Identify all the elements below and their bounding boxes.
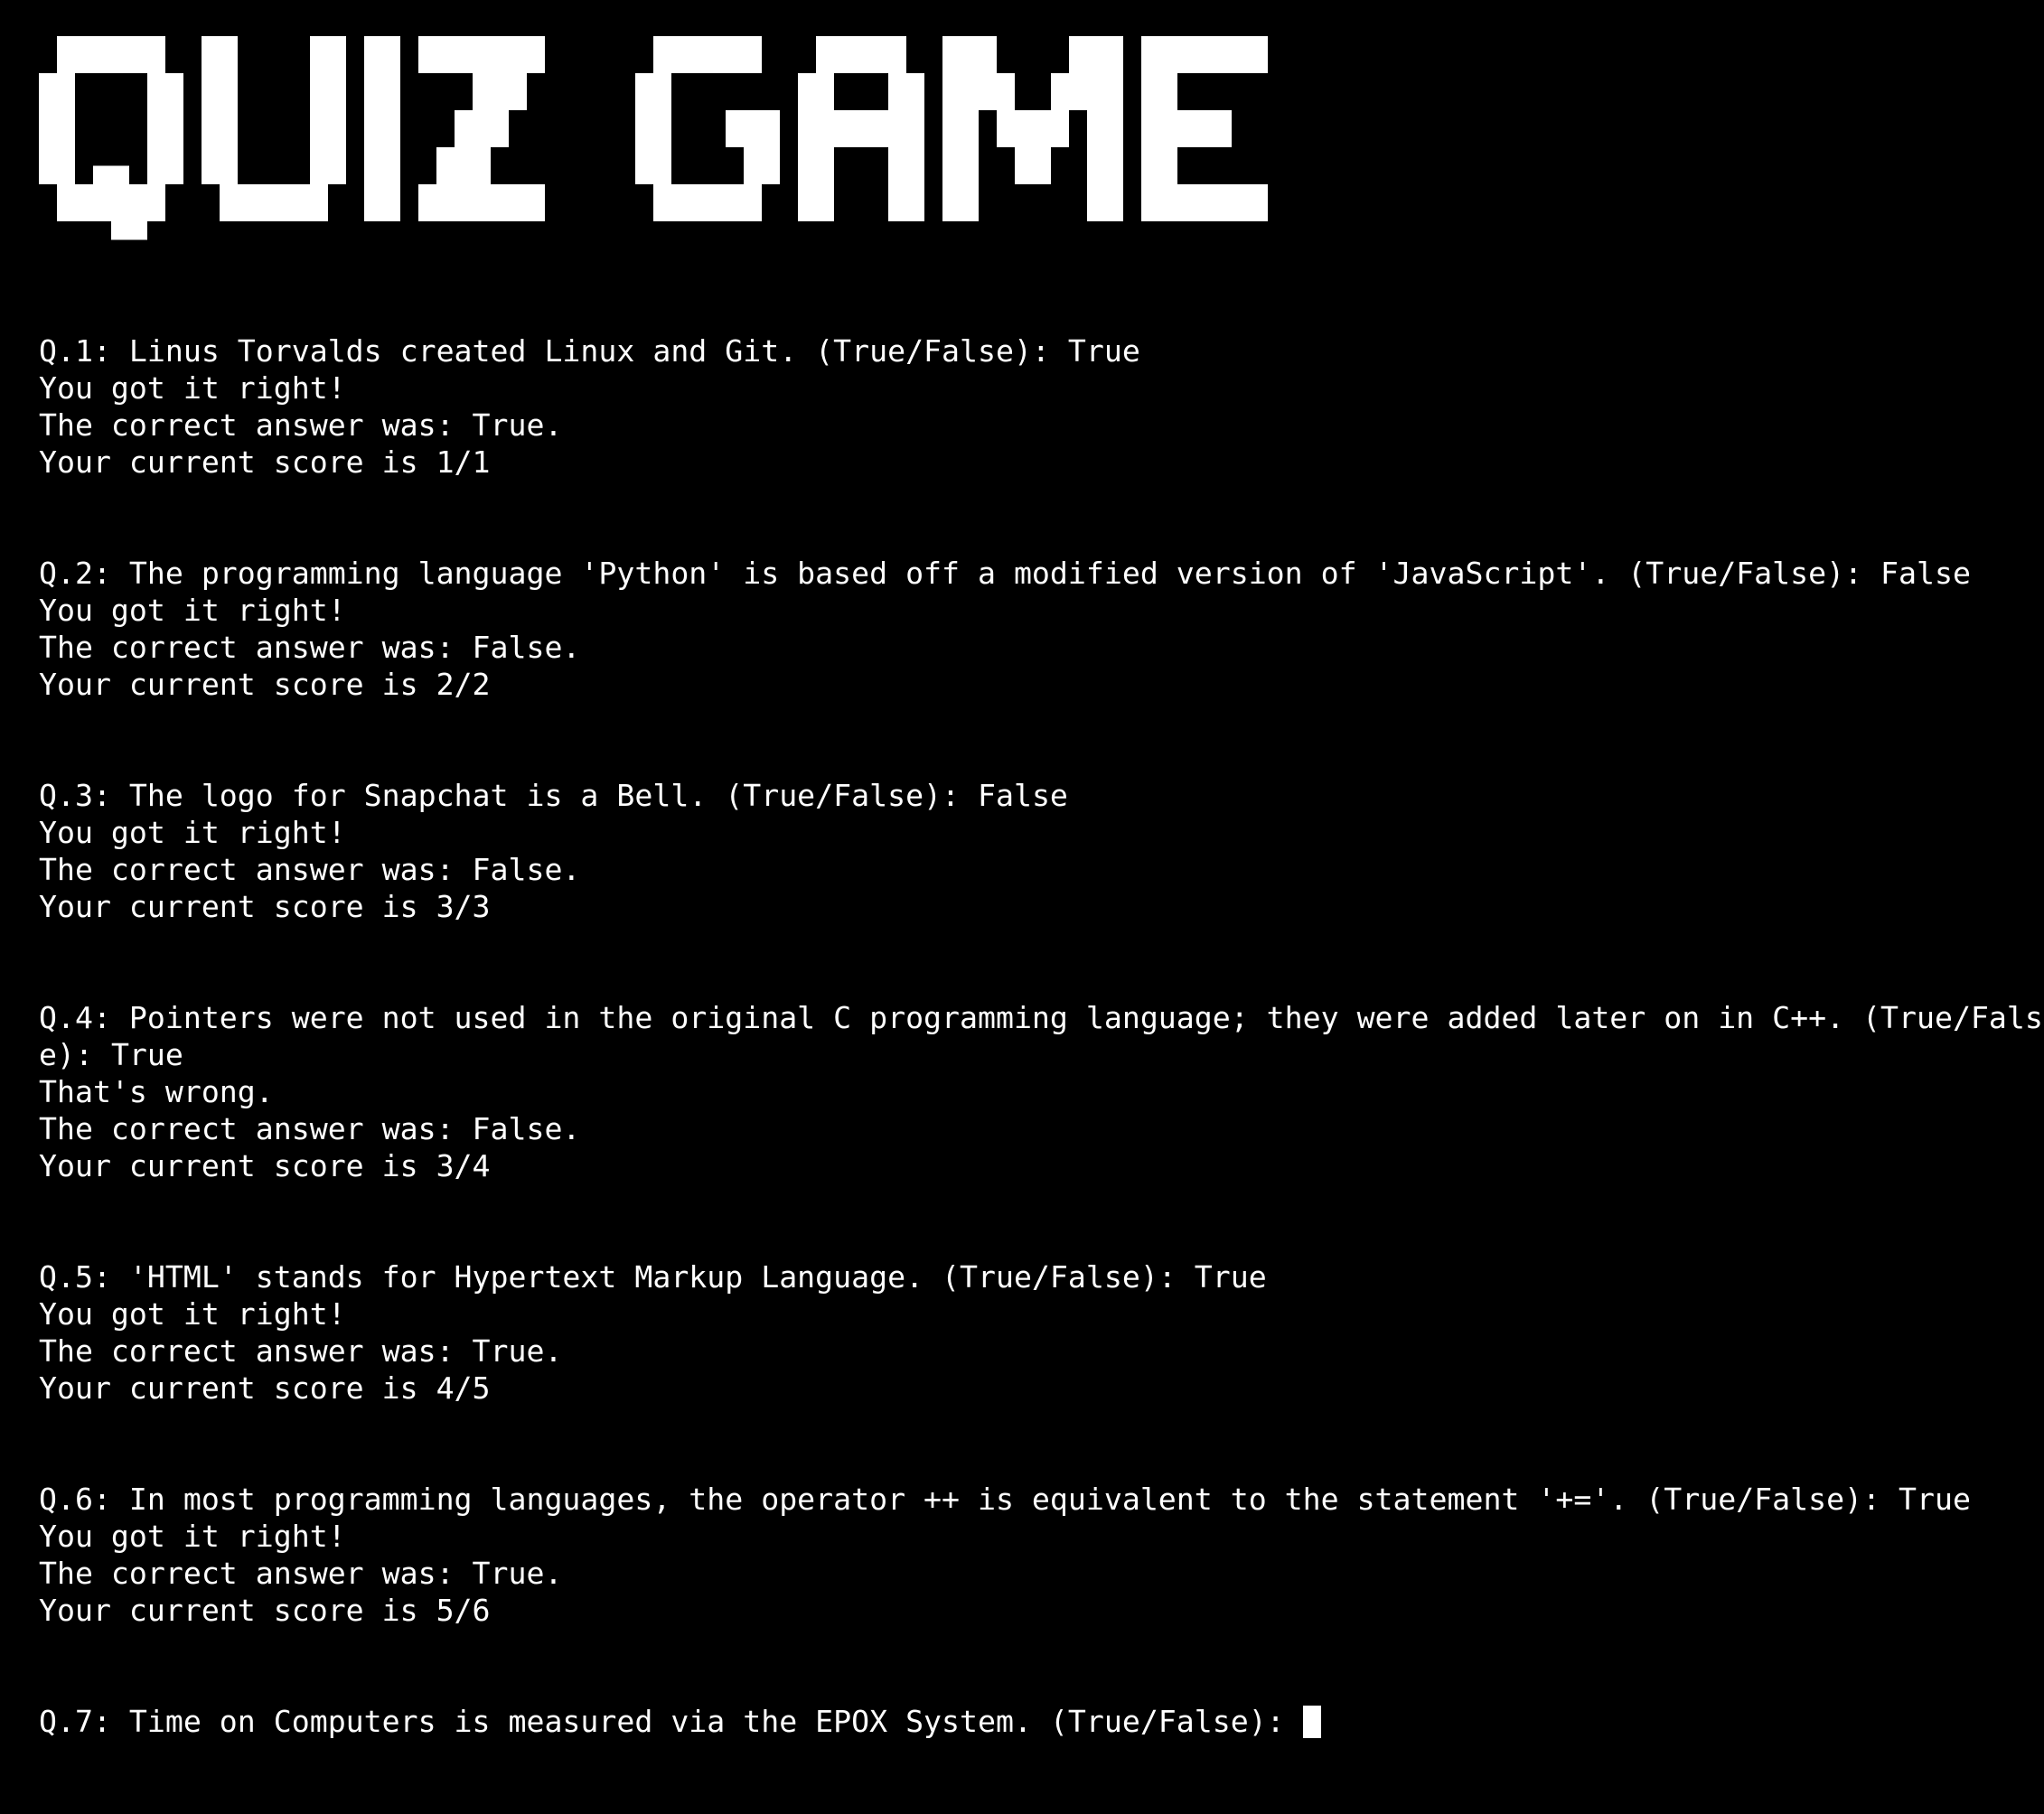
feedback-line: You got it right! [39, 593, 346, 628]
correct-answer-line: The correct answer was: False. [39, 1111, 581, 1146]
user-answer: True [110, 1037, 183, 1072]
correct-answer-line: The correct answer was: True. [39, 1333, 563, 1369]
current-question-block: Q.7: Time on Computers is measured via t… [39, 1703, 2044, 1740]
score-line: Your current score is 3/4 [39, 1148, 491, 1183]
feedback-line: You got it right! [39, 1296, 346, 1332]
score-line: Your current score is 1/1 [39, 444, 491, 480]
score-line: Your current score is 2/2 [39, 667, 491, 702]
question-line: Q.6: In most programming languages, the … [39, 1481, 2044, 1518]
question-block-1: Q.1: Linus Torvalds created Linux and Gi… [39, 332, 2044, 481]
user-answer: True [1194, 1259, 1267, 1295]
correct-answer-line: The correct answer was: False. [39, 852, 581, 887]
question-block-6: Q.6: In most programming languages, the … [39, 1481, 2044, 1629]
question-line: Q.4: Pointers were not used in the origi… [39, 999, 2044, 1073]
correct-answer-line: The correct answer was: True. [39, 1556, 563, 1591]
question-block-5: Q.5: 'HTML' stands for Hypertext Markup … [39, 1258, 2044, 1407]
user-answer: True [1899, 1482, 1971, 1517]
question-prompt: Q.4: Pointers were not used in the origi… [39, 1000, 2043, 1072]
score-line: Your current score is 3/3 [39, 889, 491, 924]
question-prompt: Q.5: 'HTML' stands for Hypertext Markup … [39, 1259, 1195, 1295]
quiz-game-title-logo [39, 36, 1268, 240]
question-prompt: Q.1: Linus Torvalds created Linux and Gi… [39, 333, 1068, 369]
score-line: Your current score is 4/5 [39, 1370, 491, 1406]
correct-answer-line: The correct answer was: False. [39, 630, 581, 665]
feedback-line: That's wrong. [39, 1074, 274, 1109]
current-question-line[interactable]: Q.7: Time on Computers is measured via t… [39, 1703, 2044, 1740]
question-block-4: Q.4: Pointers were not used in the origi… [39, 999, 2044, 1184]
feedback-line: You got it right! [39, 370, 346, 406]
question-line: Q.2: The programming language 'Python' i… [39, 555, 2044, 592]
question-line: Q.5: 'HTML' stands for Hypertext Markup … [39, 1258, 2044, 1295]
user-answer: True [1067, 333, 1140, 369]
correct-answer-line: The correct answer was: True. [39, 407, 563, 443]
question-prompt: Q.2: The programming language 'Python' i… [39, 556, 1881, 591]
question-prompt: Q.7: Time on Computers is measured via t… [39, 1704, 1303, 1739]
score-line: Your current score is 5/6 [39, 1593, 491, 1628]
user-answer: False [978, 778, 1068, 813]
feedback-line: You got it right! [39, 815, 346, 850]
user-answer: False [1880, 556, 1971, 591]
question-prompt: Q.3: The logo for Snapchat is a Bell. (T… [39, 778, 978, 813]
feedback-line: You got it right! [39, 1519, 346, 1554]
text-cursor [1302, 1706, 1321, 1738]
question-block-3: Q.3: The logo for Snapchat is a Bell. (T… [39, 777, 2044, 925]
question-line: Q.1: Linus Torvalds created Linux and Gi… [39, 332, 2044, 369]
question-prompt: Q.6: In most programming languages, the … [39, 1482, 1899, 1517]
question-block-2: Q.2: The programming language 'Python' i… [39, 555, 2044, 703]
terminal-output: Q.1: Linus Torvalds created Linux and Gi… [39, 332, 2044, 1814]
question-line: Q.3: The logo for Snapchat is a Bell. (T… [39, 777, 2044, 814]
